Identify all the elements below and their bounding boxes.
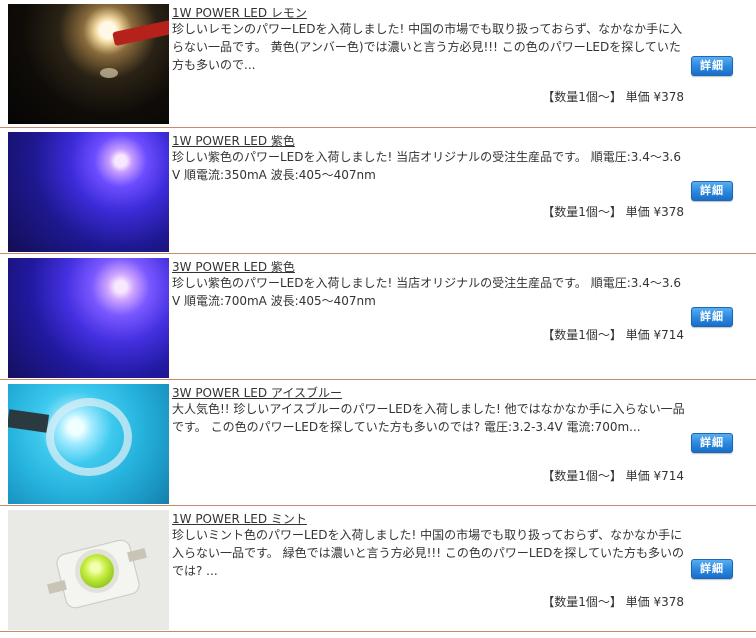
product-title-link[interactable]: 1W POWER LED レモン bbox=[172, 5, 307, 21]
detail-button[interactable]: 詳細 bbox=[691, 56, 733, 76]
product-title-link[interactable]: 1W POWER LED ミント bbox=[172, 511, 307, 527]
product-description: 大人気色!! 珍しいアイスブルーのパワーLEDを入荷しました! 他ではなかなか手… bbox=[172, 402, 685, 434]
product-row: 1W POWER LED 紫色 珍しい紫色のパワーLEDを入荷しました! 当店オ… bbox=[0, 128, 756, 254]
led-dome-decoration bbox=[80, 554, 114, 588]
product-thumbnail[interactable] bbox=[8, 258, 169, 378]
product-row: 3W POWER LED 紫色 珍しい紫色のパワーLEDを入荷しました! 当店オ… bbox=[0, 254, 756, 380]
product-price: 【数量1個～】 単価 ¥378 bbox=[542, 205, 684, 219]
product-description: 珍しい紫色のパワーLEDを入荷しました! 当店オリジナルの受注生産品です。 順電… bbox=[172, 150, 681, 182]
product-price: 【数量1個～】 単価 ¥714 bbox=[542, 328, 684, 342]
product-thumbnail[interactable] bbox=[8, 384, 169, 504]
product-row: 1W POWER LED レモン 珍しいレモンのパワーLEDを入荷しました! 中… bbox=[0, 0, 756, 128]
product-title-link[interactable]: 3W POWER LED アイスブルー bbox=[172, 385, 342, 401]
product-description: 珍しいレモンのパワーLEDを入荷しました! 中国の市場でも取り扱っておらず、なか… bbox=[172, 22, 683, 72]
product-price: 【数量1個～】 単価 ¥714 bbox=[542, 469, 684, 483]
product-price: 【数量1個～】 単価 ¥378 bbox=[542, 595, 684, 609]
product-thumbnail[interactable] bbox=[8, 132, 169, 252]
product-thumbnail[interactable] bbox=[8, 510, 169, 630]
detail-button[interactable]: 詳細 bbox=[691, 307, 733, 327]
product-title-link[interactable]: 1W POWER LED 紫色 bbox=[172, 133, 295, 149]
product-description: 珍しいミント色のパワーLEDを入荷しました! 中国の市場でも取り扱っておらず、な… bbox=[172, 528, 685, 578]
product-title-link[interactable]: 3W POWER LED 紫色 bbox=[172, 259, 295, 275]
product-row: 1W POWER LED ミント 珍しいミント色のパワーLEDを入荷しました! … bbox=[0, 506, 756, 632]
detail-button[interactable]: 詳細 bbox=[691, 181, 733, 201]
light-spot-decoration bbox=[100, 68, 118, 78]
cable-decoration bbox=[112, 19, 169, 47]
lens-ring-decoration bbox=[46, 398, 132, 476]
product-description: 珍しい紫色のパワーLEDを入荷しました! 当店オリジナルの受注生産品です。 順電… bbox=[172, 276, 681, 308]
product-thumbnail[interactable] bbox=[8, 4, 169, 124]
detail-button[interactable]: 詳細 bbox=[691, 433, 733, 453]
tweezers-decoration bbox=[8, 409, 50, 433]
product-price: 【数量1個～】 単価 ¥378 bbox=[542, 90, 684, 104]
product-list: 1W POWER LED レモン 珍しいレモンのパワーLEDを入荷しました! 中… bbox=[0, 0, 756, 632]
product-row: 3W POWER LED アイスブルー 大人気色!! 珍しいアイスブルーのパワー… bbox=[0, 380, 756, 506]
detail-button[interactable]: 詳細 bbox=[691, 559, 733, 579]
